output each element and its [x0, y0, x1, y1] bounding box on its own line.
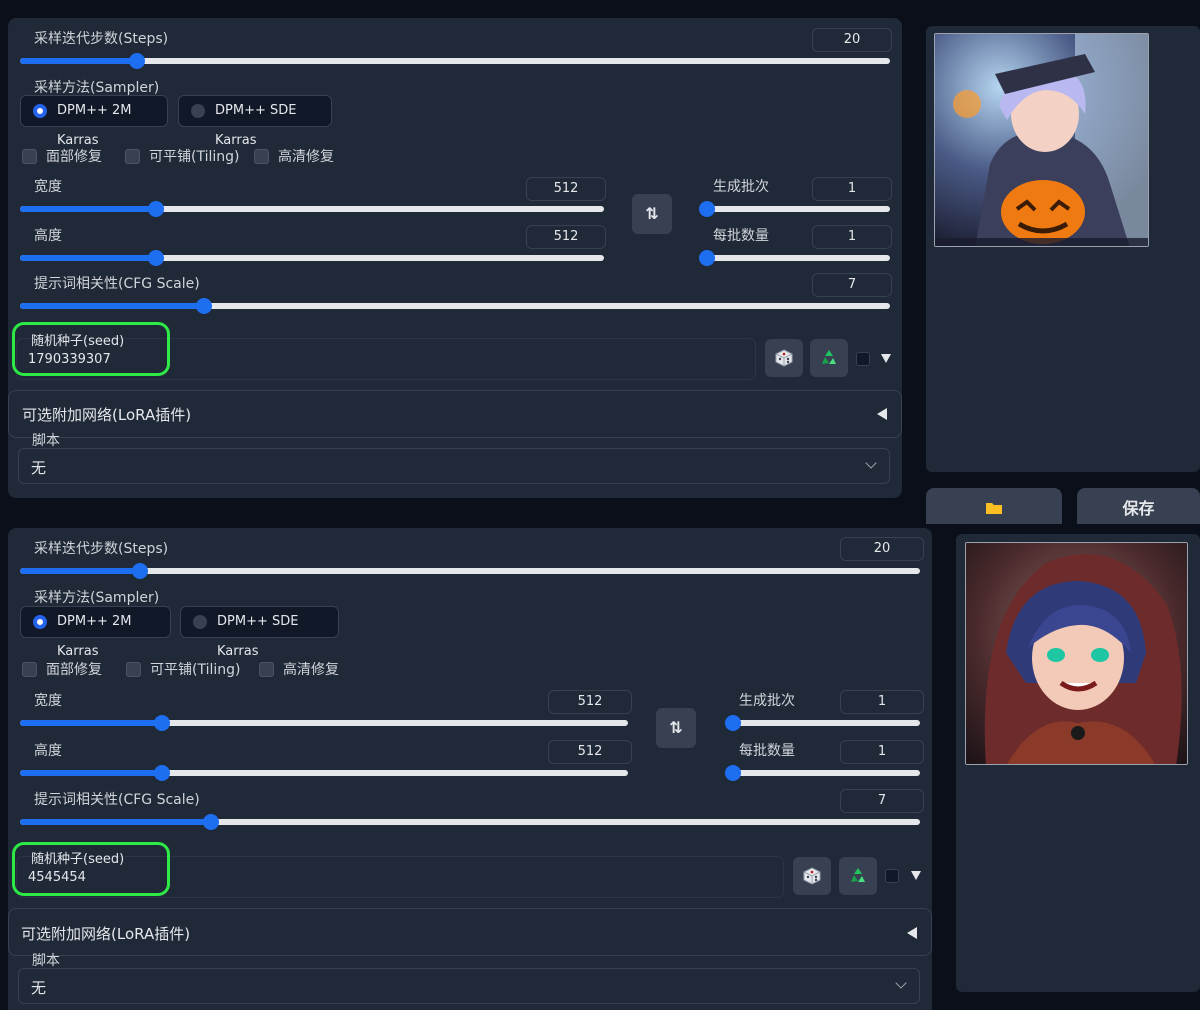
- recycle-icon: [851, 868, 865, 882]
- bottom-settings-panel: 采样迭代步数(Steps) 20 采样方法(Sampler) DPM++ 2M …: [8, 528, 932, 1010]
- checkbox-icon: [22, 662, 37, 677]
- width-slider[interactable]: [20, 201, 604, 217]
- height-slider[interactable]: [20, 250, 604, 266]
- batch-count-slider[interactable]: [725, 715, 920, 731]
- tiling-checkbox[interactable]: 可平铺(Tiling): [125, 148, 239, 166]
- extra-seed-checkbox[interactable]: [885, 869, 899, 883]
- radio-unselected-icon: [193, 615, 207, 629]
- swap-icon: ⇅: [645, 204, 659, 223]
- cfg-scale-slider[interactable]: [20, 814, 920, 830]
- lora-accordion-title: 可选附加网络(LoRA插件): [21, 925, 191, 943]
- cfg-scale-slider[interactable]: [20, 298, 890, 314]
- batch-size-input[interactable]: 1: [812, 225, 892, 249]
- sampler-option-dpm2m[interactable]: DPM++ 2M Karras: [20, 95, 168, 148]
- height-input[interactable]: 512: [526, 225, 606, 249]
- steps-label: 采样迭代步数(Steps): [34, 541, 169, 557]
- width-label: 宽度: [34, 179, 62, 195]
- checkbox-icon: [22, 149, 37, 164]
- folder-icon: [986, 503, 1002, 514]
- batch-count-input[interactable]: 1: [812, 177, 892, 201]
- seed-label: 随机种子(seed): [31, 852, 125, 867]
- recycle-icon: [822, 350, 836, 364]
- seed-extra-toggle-icon[interactable]: [881, 354, 891, 363]
- random-seed-button[interactable]: [793, 857, 831, 895]
- checkbox-icon: [126, 662, 141, 677]
- batch-count-label: 生成批次: [739, 693, 795, 709]
- generated-image-thumbnail[interactable]: [934, 33, 1149, 247]
- swap-dimensions-button[interactable]: ⇅: [656, 708, 696, 748]
- radio-selected-icon: [33, 104, 47, 118]
- seed-input[interactable]: 1790339307: [28, 352, 111, 367]
- script-label: 脚本: [32, 953, 60, 969]
- tiling-checkbox[interactable]: 可平铺(Tiling): [126, 661, 240, 679]
- chevron-down-icon: [895, 977, 907, 989]
- width-input[interactable]: 512: [526, 177, 606, 201]
- reuse-seed-button[interactable]: [810, 339, 848, 377]
- batch-size-label: 每批数量: [739, 743, 795, 759]
- batch-size-slider[interactable]: [725, 765, 920, 781]
- radio-selected-icon: [33, 615, 47, 629]
- sampler-option-dpmsde[interactable]: DPM++ SDE Karras: [180, 606, 339, 659]
- generated-image-thumbnail[interactable]: [965, 542, 1188, 765]
- height-label: 高度: [34, 743, 62, 759]
- cfg-scale-label: 提示词相关性(CFG Scale): [34, 792, 200, 808]
- swap-dimensions-button[interactable]: ⇅: [632, 194, 672, 234]
- width-slider[interactable]: [20, 715, 628, 731]
- reuse-seed-button[interactable]: [839, 857, 877, 895]
- face-restore-checkbox[interactable]: 面部修复: [22, 148, 102, 166]
- top-settings-panel: 采样迭代步数(Steps) 20 采样方法(Sampler) DPM++ 2M …: [8, 18, 902, 498]
- batch-count-input[interactable]: 1: [840, 690, 924, 714]
- radio-unselected-icon: [191, 104, 205, 118]
- steps-label: 采样迭代步数(Steps): [34, 31, 169, 47]
- hires-fix-checkbox[interactable]: 高清修复: [259, 661, 339, 679]
- batch-count-slider[interactable]: [699, 201, 890, 217]
- lora-accordion-title: 可选附加网络(LoRA插件): [22, 406, 192, 424]
- batch-size-label: 每批数量: [713, 228, 769, 244]
- checkbox-icon: [125, 149, 140, 164]
- lora-accordion[interactable]: 可选附加网络(LoRA插件): [8, 390, 902, 438]
- steps-input[interactable]: 20: [812, 28, 892, 52]
- save-button[interactable]: 保存: [1077, 488, 1200, 524]
- collapse-arrow-icon: [907, 927, 917, 939]
- sampler-label: 采样方法(Sampler): [34, 80, 160, 96]
- seed-label: 随机种子(seed): [31, 334, 125, 349]
- batch-count-label: 生成批次: [713, 179, 769, 195]
- height-label: 高度: [34, 228, 62, 244]
- seed-input[interactable]: 4545454: [28, 870, 86, 885]
- script-select[interactable]: 无: [18, 968, 920, 1004]
- extra-seed-checkbox[interactable]: [856, 352, 870, 366]
- checkbox-icon: [259, 662, 274, 677]
- cfg-scale-label: 提示词相关性(CFG Scale): [34, 276, 200, 292]
- open-folder-button[interactable]: [926, 488, 1062, 524]
- steps-slider[interactable]: [20, 53, 890, 69]
- sampler-option-dpm2m[interactable]: DPM++ 2M Karras: [20, 606, 171, 659]
- sampler-option-dpmsde[interactable]: DPM++ SDE Karras: [178, 95, 332, 148]
- seed-extra-toggle-icon[interactable]: [911, 871, 921, 880]
- height-input[interactable]: 512: [548, 740, 632, 764]
- checkbox-icon: [254, 149, 269, 164]
- cfg-scale-input[interactable]: 7: [812, 273, 892, 297]
- dice-icon: [803, 867, 821, 885]
- width-label: 宽度: [34, 693, 62, 709]
- random-seed-button[interactable]: [765, 339, 803, 377]
- steps-slider[interactable]: [20, 563, 920, 579]
- height-slider[interactable]: [20, 765, 628, 781]
- batch-size-slider[interactable]: [699, 250, 890, 266]
- batch-size-input[interactable]: 1: [840, 740, 924, 764]
- script-label: 脚本: [32, 433, 60, 449]
- face-restore-checkbox[interactable]: 面部修复: [22, 661, 102, 679]
- script-select-value: 无: [31, 459, 47, 477]
- lora-accordion[interactable]: 可选附加网络(LoRA插件): [8, 908, 932, 956]
- width-input[interactable]: 512: [548, 690, 632, 714]
- cfg-scale-input[interactable]: 7: [840, 789, 924, 813]
- collapse-arrow-icon: [877, 408, 887, 420]
- chevron-down-icon: [865, 457, 877, 469]
- dice-icon: [775, 349, 793, 367]
- script-select-value: 无: [31, 979, 47, 997]
- script-select[interactable]: 无: [18, 448, 890, 484]
- swap-icon: ⇅: [669, 718, 683, 737]
- hires-fix-checkbox[interactable]: 高清修复: [254, 148, 334, 166]
- steps-input[interactable]: 20: [840, 537, 924, 561]
- sampler-label: 采样方法(Sampler): [34, 590, 160, 606]
